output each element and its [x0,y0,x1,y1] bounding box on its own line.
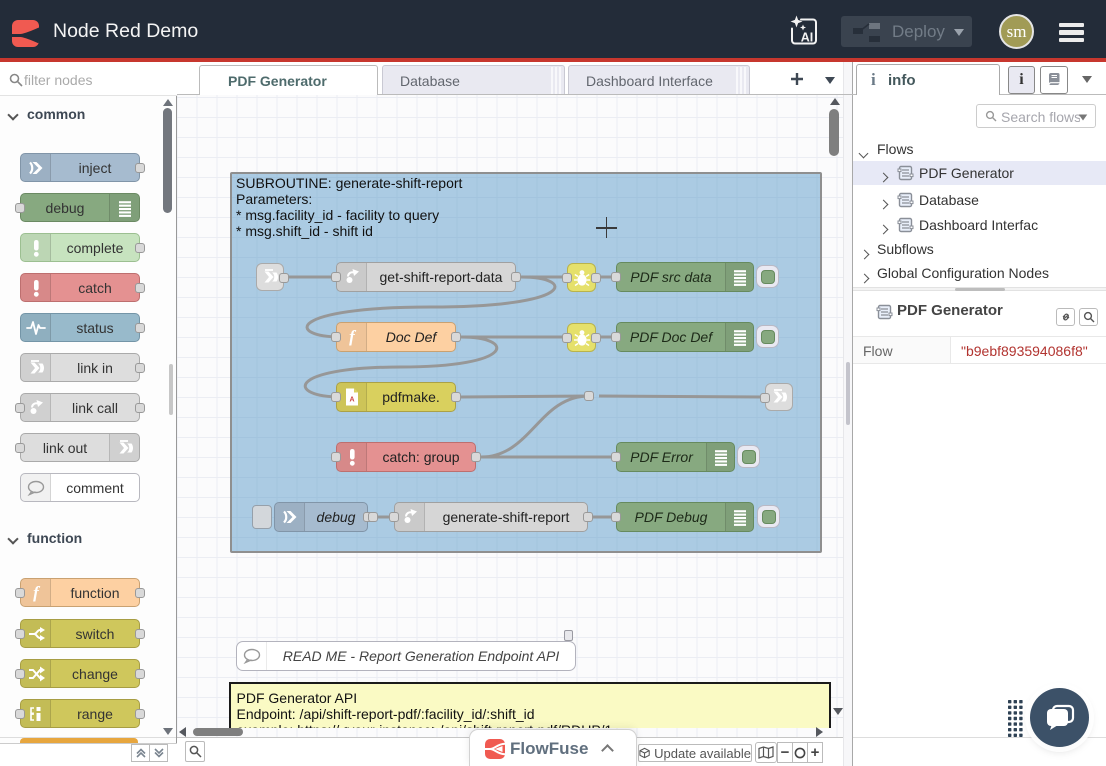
svg-text:f: f [33,584,41,602]
svg-text:f: f [349,328,357,346]
svg-text:AI: AI [801,31,814,45]
svg-text:A: A [349,397,354,404]
